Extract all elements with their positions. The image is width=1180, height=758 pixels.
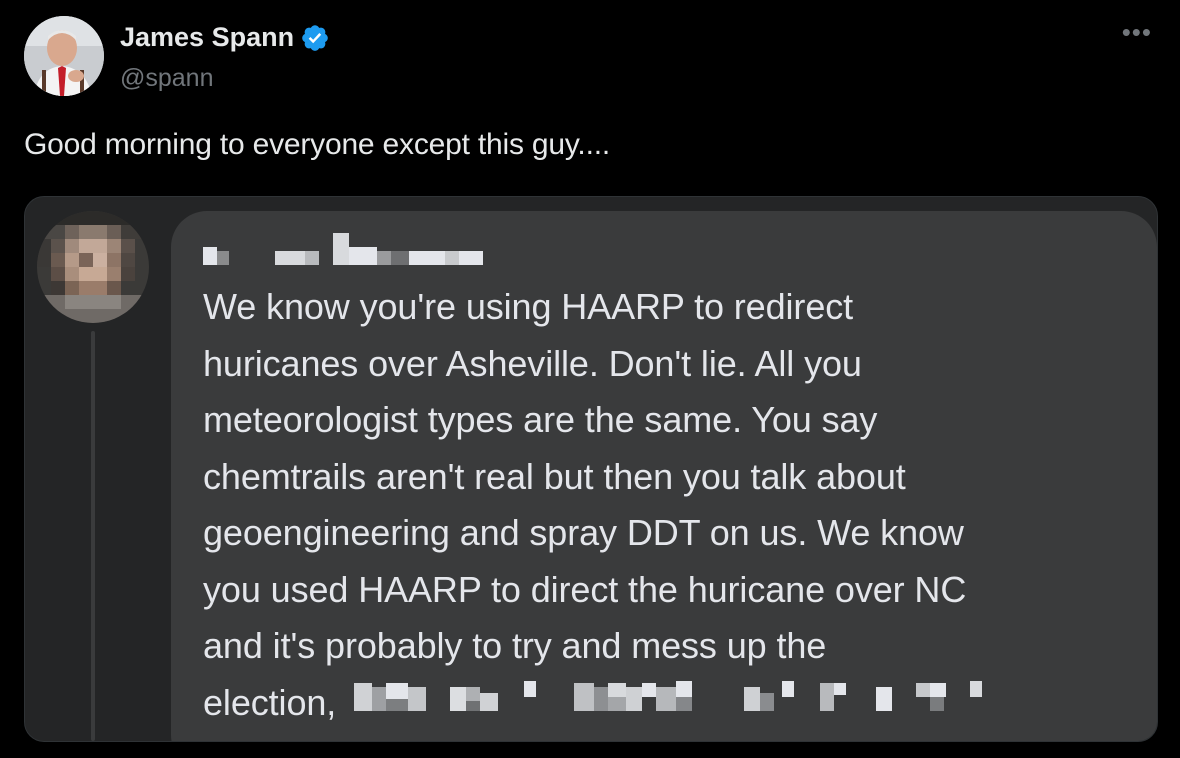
redacted-text	[346, 677, 986, 734]
redacted-commenter-name	[203, 233, 503, 267]
comment-line: We know you're using HAARP to redirect	[203, 286, 854, 327]
tweet-header: James Spann @spann •••	[24, 16, 1156, 98]
thread-line	[91, 331, 95, 741]
comment-line: huricanes over Asheville. Don't lie. All…	[203, 342, 862, 384]
author-avatar[interactable]	[24, 16, 104, 96]
comment-bubble: We know you're using HAARP to redirect h…	[171, 211, 1157, 741]
tweet-text: Good morning to everyone except this guy…	[24, 128, 610, 161]
avatar-photo-icon	[24, 16, 104, 96]
comment-line: and it's probably to try and mess up the	[203, 625, 827, 666]
tweet-media-image[interactable]: We know you're using HAARP to redirect h…	[24, 196, 1158, 742]
more-options-icon[interactable]: •••	[1122, 19, 1152, 45]
author-handle[interactable]: @spann	[120, 64, 214, 93]
author-name-row: James Spann	[120, 22, 330, 53]
blurred-avatar-icon	[37, 211, 149, 323]
comment-line: meteorologist types are the same. You sa…	[203, 399, 878, 440]
comment-line: chemtrails aren't real but then you talk…	[203, 455, 906, 497]
author-display-name[interactable]: James Spann	[120, 22, 294, 53]
comment-line: election,	[203, 681, 337, 723]
verified-badge-icon	[300, 23, 330, 53]
comment-line: geoengineering and spray DDT on us. We k…	[203, 512, 964, 553]
comment-text: We know you're using HAARP to redirect h…	[203, 279, 1143, 733]
comment-last-line: election,	[203, 675, 1143, 734]
comment-line: you used HAARP to direct the huricane ov…	[203, 568, 967, 610]
